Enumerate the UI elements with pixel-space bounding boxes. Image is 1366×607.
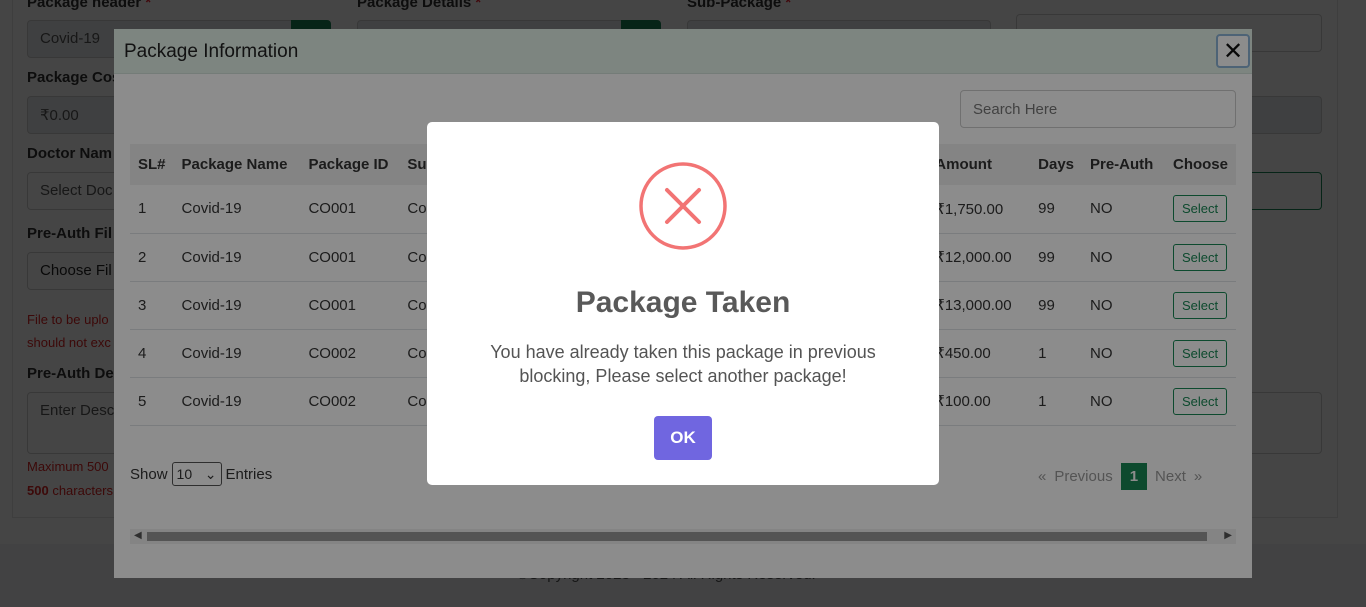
package-taken-alert: Package Taken You have already taken thi… <box>427 122 939 485</box>
error-x-icon <box>639 162 727 250</box>
alert-message: You have already taken this package in p… <box>490 342 876 386</box>
alert-title: Package Taken <box>575 286 791 319</box>
ok-button[interactable]: OK <box>654 416 712 460</box>
